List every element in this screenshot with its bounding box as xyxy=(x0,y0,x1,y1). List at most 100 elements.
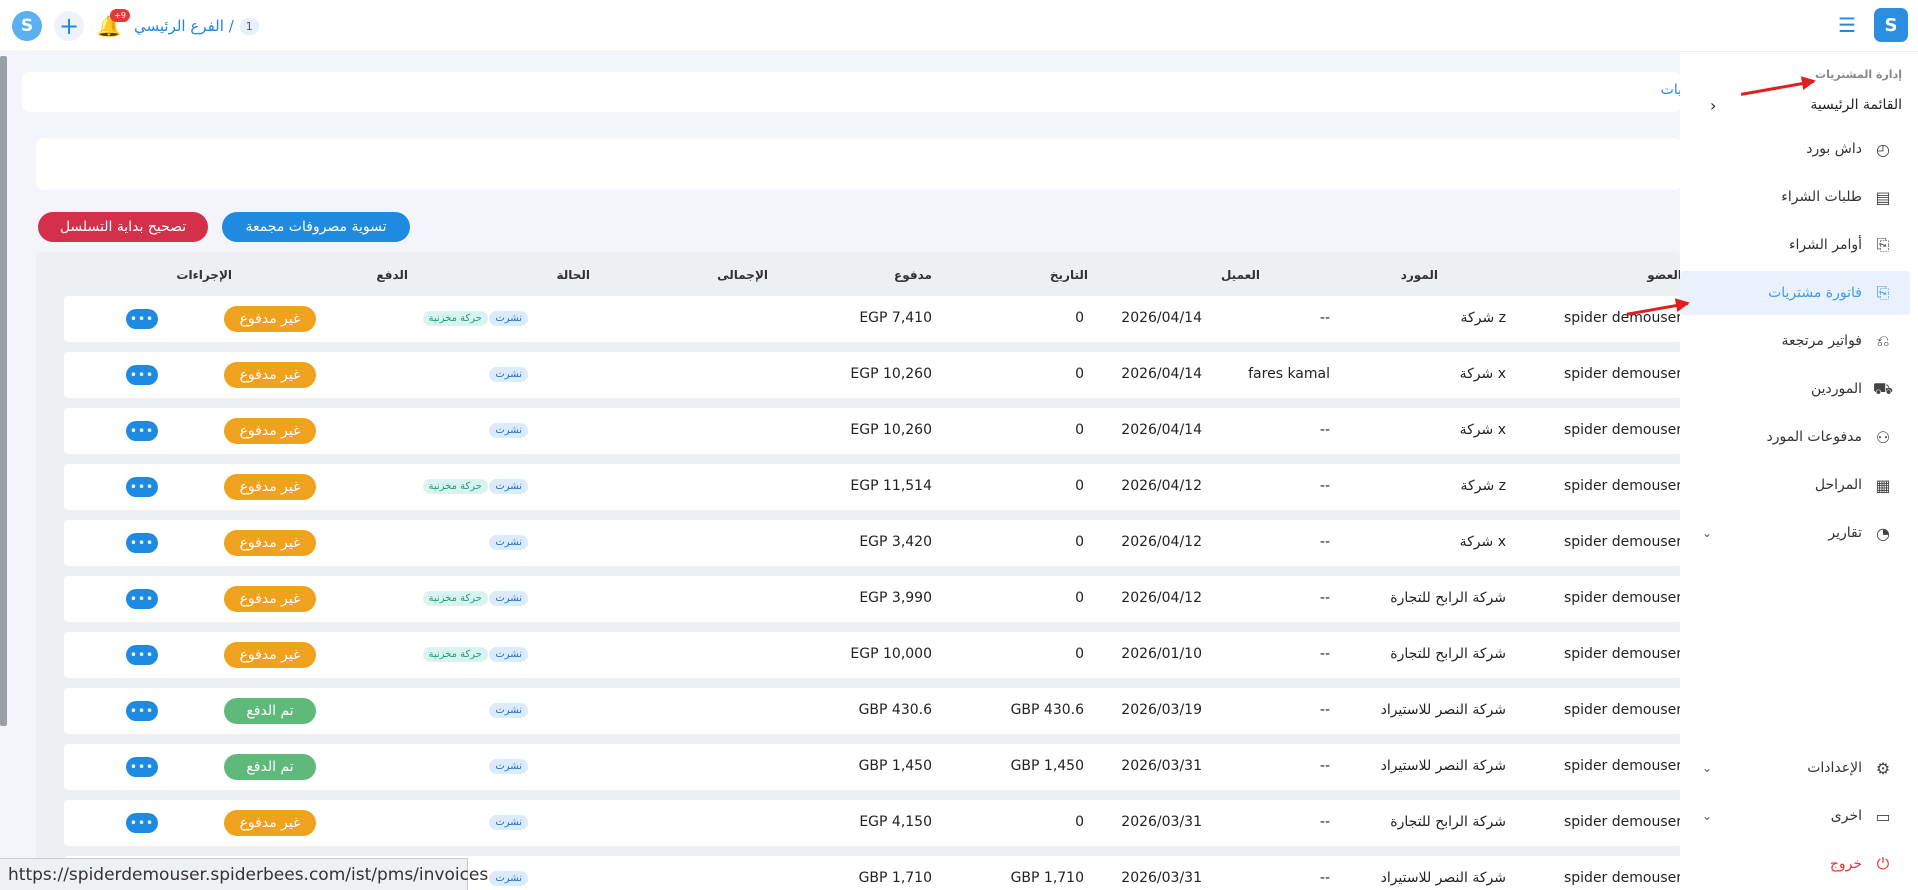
top-bar-left: S + 🔔 +9 الفرع الرئيسي / 1 xyxy=(12,9,259,42)
fix-sequence-button[interactable]: تصحيح بداية التسلسل xyxy=(38,212,208,242)
status-badge-published: نشرت xyxy=(489,367,528,382)
sidebar-item-power[interactable]: ⏻ خروج xyxy=(1680,842,1910,886)
table-row[interactable]: spider demouser شركة x -- 2026/04/14 0 EGP 10… xyxy=(64,408,1682,454)
purchase-orders-icon: ⎘ xyxy=(1876,235,1890,254)
status-badge-inventory: حركة مخزنية xyxy=(422,647,488,662)
sidebar-item-reports[interactable]: ◔ تقارير ⌄ xyxy=(1680,511,1910,555)
add-icon[interactable]: + xyxy=(54,11,84,41)
payment-status-button[interactable]: غير مدفوع xyxy=(224,810,316,836)
cell-paid: GBP 430.6 xyxy=(1010,702,1084,718)
brand-logo-icon[interactable]: S xyxy=(1874,8,1908,42)
sidebar-back-main-menu[interactable]: القائمة الرئيسية ‹ xyxy=(1680,87,1918,123)
row-actions-button[interactable]: ••• xyxy=(126,813,158,833)
status-badge-published: نشرت xyxy=(489,871,528,886)
branch-selector[interactable]: الفرع الرئيسي / 1 xyxy=(134,17,259,35)
status-badge-published: نشرت xyxy=(489,591,528,606)
stages-icon: ▦ xyxy=(1875,475,1891,495)
row-actions-button[interactable]: ••• xyxy=(126,421,158,441)
sidebar-item-label: تقارير xyxy=(1828,525,1862,541)
table-row[interactable]: spider demouser شركة الرابح للتجارة -- 2026… xyxy=(64,800,1682,846)
branch-name: الفرع الرئيسي / xyxy=(134,17,234,35)
status-badge-published: نشرت xyxy=(489,535,528,550)
payment-status-button[interactable]: غير مدفوع xyxy=(224,306,316,332)
payment-status-button[interactable]: غير مدفوع xyxy=(224,362,316,388)
cell-client: -- xyxy=(1319,870,1330,886)
other-icon: ▭ xyxy=(1875,806,1891,826)
payment-status-button[interactable]: غير مدفوع xyxy=(224,642,316,668)
sidebar-item-suppliers[interactable]: ⛟ الموردين xyxy=(1680,367,1910,411)
sidebar-item-other[interactable]: ▭ اخرى ⌄ xyxy=(1680,794,1910,838)
col-total: الإجمالى xyxy=(717,268,768,282)
table-row[interactable]: spider demouser شركة x -- 2026/04/12 0 EGP 3,… xyxy=(64,520,1682,566)
sidebar-item-label: الموردين xyxy=(1810,381,1862,397)
cell-paid: 0 xyxy=(1075,366,1084,382)
payment-status-button[interactable]: غير مدفوع xyxy=(224,418,316,444)
payment-status-button[interactable]: غير مدفوع xyxy=(224,586,316,612)
cell-client: -- xyxy=(1319,534,1330,550)
menu-toggle-icon[interactable]: ☰ xyxy=(1838,13,1856,37)
cell-member: spider demouser xyxy=(1563,310,1682,326)
payment-status-button[interactable]: تم الدفع xyxy=(224,698,316,724)
sidebar-item-dashboard[interactable]: ◴ داش بورد xyxy=(1680,127,1910,171)
row-actions-button[interactable]: ••• xyxy=(126,365,158,385)
payment-status-button[interactable]: غير مدفوع xyxy=(224,474,316,500)
sidebar-item-returned-invoices[interactable]: ⎌ فواتير مرتجعة xyxy=(1680,319,1910,363)
row-actions-button[interactable]: ••• xyxy=(126,309,158,329)
cell-client: -- xyxy=(1319,646,1330,662)
row-actions-button[interactable]: ••• xyxy=(126,533,158,553)
table-row[interactable]: spider demouser شركة x fares kamal 2026/04/… xyxy=(64,352,1682,398)
breadcrumb-current[interactable]: يات xyxy=(1661,82,1682,98)
bulk-expense-button[interactable]: تسوية مصروفات مجمعة xyxy=(222,212,410,242)
sidebar-item-purchase-invoice[interactable]: ⎘ فاتورة مشتريات xyxy=(1680,271,1910,315)
cell-member: spider demouser xyxy=(1563,646,1682,662)
breadcrumb: يات xyxy=(22,72,1682,112)
table-row[interactable]: spider demouser شركة النصر للاستيراد -- 202… xyxy=(64,744,1682,790)
cell-paid: 0 xyxy=(1075,478,1084,494)
row-actions-button[interactable]: ••• xyxy=(126,589,158,609)
payment-status-button[interactable]: غير مدفوع xyxy=(224,530,316,556)
status-badge-inventory: حركة مخزنية xyxy=(422,591,488,606)
table-row[interactable]: spider demouser شركة z -- 2026/04/14 0 EGP 7,… xyxy=(64,296,1682,342)
status-badge-published: نشرت xyxy=(489,647,528,662)
chevron-down-icon: ⌄ xyxy=(1702,761,1713,775)
purchase-invoice-icon: ⎘ xyxy=(1876,283,1890,302)
col-paid: مدفوع xyxy=(894,268,932,282)
page-scrollbar[interactable] xyxy=(0,56,7,726)
row-actions-button[interactable]: ••• xyxy=(126,757,158,777)
table-row[interactable]: spider demouser شركة الرابح للتجارة -- 2026… xyxy=(64,632,1682,678)
table-row[interactable]: spider demouser شركة z -- 2026/04/12 0 EGP 11… xyxy=(64,464,1682,510)
cell-total: GBP 1,450 xyxy=(858,758,932,774)
cell-member: spider demouser xyxy=(1563,534,1682,550)
cell-date: 2026/04/14 xyxy=(1121,310,1202,326)
dashboard-icon: ◴ xyxy=(1876,139,1890,159)
sidebar-item-purchase-orders[interactable]: ⎘ أوامر الشراء xyxy=(1680,223,1910,267)
table-row[interactable]: spider demouser شركة الرابح للتجارة -- 2026… xyxy=(64,576,1682,622)
row-actions-button[interactable]: ••• xyxy=(126,477,158,497)
sidebar-item-label: طلبات الشراء xyxy=(1781,189,1862,205)
status-badge-published: نشرت xyxy=(489,759,528,774)
filter-panel xyxy=(36,138,1682,190)
row-actions-button[interactable]: ••• xyxy=(126,645,158,665)
cell-total: EGP 3,990 xyxy=(859,590,932,606)
chevron-down-icon: ⌄ xyxy=(1702,809,1713,823)
table-row[interactable]: spider demouser شركة النصر للاستيراد -- 202… xyxy=(64,688,1682,734)
payment-status-button[interactable]: تم الدفع xyxy=(224,754,316,780)
sidebar-item-supplier-payments[interactable]: ⚇ مدفوعات المورد xyxy=(1680,415,1910,459)
app-logo-icon[interactable]: S xyxy=(12,11,42,41)
cell-total: EGP 10,260 xyxy=(850,422,932,438)
notification-count-badge: +9 xyxy=(110,9,130,22)
cell-date: 2026/04/14 xyxy=(1121,422,1202,438)
sidebar-item-gear[interactable]: ⚙ الإعدادات ⌄ xyxy=(1680,746,1910,790)
status-badge-inventory: حركة مخزنية xyxy=(422,311,488,326)
sidebar-item-purchase-requests[interactable]: ▤ طلبات الشراء xyxy=(1680,175,1910,219)
cell-date: 2026/04/12 xyxy=(1121,534,1202,550)
cell-paid: 0 xyxy=(1075,646,1084,662)
cell-total: EGP 10,260 xyxy=(850,366,932,382)
cell-date: 2026/04/12 xyxy=(1121,478,1202,494)
col-supplier: المورد xyxy=(1400,268,1438,282)
status-badge-published: نشرت xyxy=(489,311,528,326)
col-client: العميل xyxy=(1220,268,1260,282)
sidebar-item-stages[interactable]: ▦ المراحل xyxy=(1680,463,1910,507)
row-actions-button[interactable]: ••• xyxy=(126,701,158,721)
notifications-button[interactable]: 🔔 +9 xyxy=(96,9,130,41)
